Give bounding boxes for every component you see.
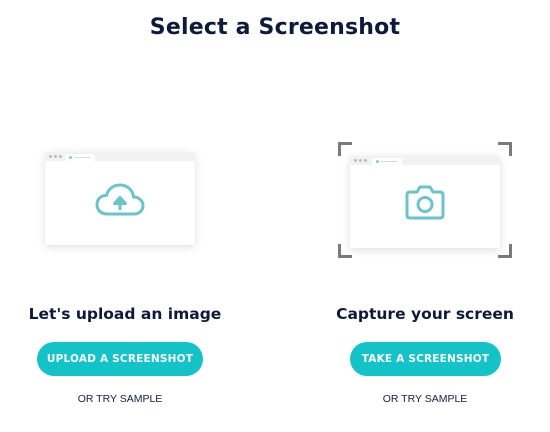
capture-card: Capture your screen TAKE A SCREENSHOT OR… [300,130,550,420]
window-dots [354,159,367,162]
upload-card: Let's upload an image UPLOAD A SCREENSHO… [0,130,250,420]
upload-screenshot-button[interactable]: UPLOAD A SCREENSHOT [37,342,203,376]
window-tab [372,158,402,165]
camera-icon [405,185,445,220]
window-dots [49,155,62,158]
page-title: Select a Screenshot [149,15,401,40]
capture-heading: Capture your screen [336,305,514,323]
corner-mark-bottom-right [498,244,512,258]
corner-mark-top-right [498,142,512,156]
browser-window-illustration [45,152,195,245]
corner-mark-top-left [338,142,352,156]
window-tab [65,154,95,161]
window-titlebar [350,156,500,165]
capture-try-sample-link[interactable]: OR TRY SAMPLE [305,393,545,405]
take-screenshot-button[interactable]: TAKE A SCREENSHOT [350,342,501,376]
upload-try-sample-link[interactable]: OR TRY SAMPLE [0,393,240,405]
upload-heading: Let's upload an image [28,305,222,323]
cloud-upload-icon [95,183,145,216]
window-titlebar [45,152,195,161]
browser-window-illustration [350,156,500,248]
